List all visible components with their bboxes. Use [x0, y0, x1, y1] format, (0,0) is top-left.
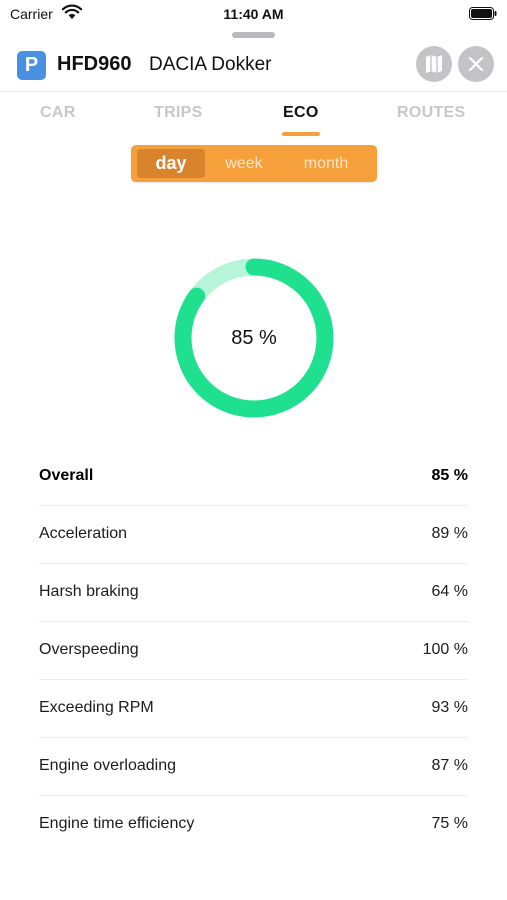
- header-divider: [0, 91, 507, 92]
- score-value: 87 %: [431, 757, 468, 774]
- sheet-grabber[interactable]: [232, 32, 275, 38]
- vehicle-header: P HFD960 DACIA Dokker: [0, 44, 507, 88]
- score-row-engine-time-efficiency: Engine time efficiency 75 %: [39, 796, 468, 854]
- eco-score-value: 85 %: [231, 327, 277, 349]
- score-name: Engine time efficiency: [39, 815, 195, 832]
- score-value: 100 %: [422, 641, 468, 658]
- tab-eco[interactable]: ECO: [283, 104, 319, 122]
- clock: 11:40 AM: [223, 6, 284, 22]
- score-row-overall: Overall 85 %: [39, 448, 468, 506]
- parking-badge: P: [17, 51, 46, 80]
- close-button[interactable]: [458, 46, 494, 82]
- period-month[interactable]: month: [283, 149, 369, 178]
- period-day[interactable]: day: [137, 149, 205, 178]
- map-icon: [426, 55, 442, 73]
- score-value: 64 %: [431, 583, 468, 600]
- map-button[interactable]: [416, 46, 452, 82]
- tab-trips[interactable]: TRIPS: [154, 104, 203, 122]
- active-tab-indicator: [282, 132, 320, 136]
- score-name: Overspeeding: [39, 641, 139, 658]
- tab-bar: CAR TRIPS ECO ROUTES: [0, 104, 507, 138]
- score-row-overspeeding: Overspeeding 100 %: [39, 622, 468, 680]
- score-list: Overall 85 % Acceleration 89 % Harsh bra…: [39, 448, 468, 854]
- score-row-exceeding-rpm: Exceeding RPM 93 %: [39, 680, 468, 738]
- score-value: 93 %: [431, 699, 468, 716]
- score-row-acceleration: Acceleration 89 %: [39, 506, 468, 564]
- score-name: Overall: [39, 467, 94, 484]
- battery-icon: [469, 7, 497, 20]
- score-name: Engine overloading: [39, 757, 176, 774]
- period-selector: day week month: [131, 145, 377, 182]
- score-value: 75 %: [431, 815, 468, 832]
- vehicle-model: DACIA Dokker: [149, 54, 272, 75]
- close-icon: [468, 56, 484, 72]
- score-name: Harsh braking: [39, 583, 139, 600]
- score-name: Exceeding RPM: [39, 699, 154, 716]
- score-row-engine-overloading: Engine overloading 87 %: [39, 738, 468, 796]
- score-value: 89 %: [431, 525, 468, 542]
- tab-routes[interactable]: ROUTES: [397, 104, 465, 122]
- score-name: Acceleration: [39, 525, 128, 542]
- license-plate: HFD960: [57, 53, 132, 75]
- status-bar: Carrier 11:40 AM: [0, 0, 507, 30]
- period-week[interactable]: week: [211, 149, 277, 178]
- tab-car[interactable]: CAR: [40, 104, 76, 122]
- score-row-harsh-braking: Harsh braking 64 %: [39, 564, 468, 622]
- score-value: 85 %: [431, 467, 468, 484]
